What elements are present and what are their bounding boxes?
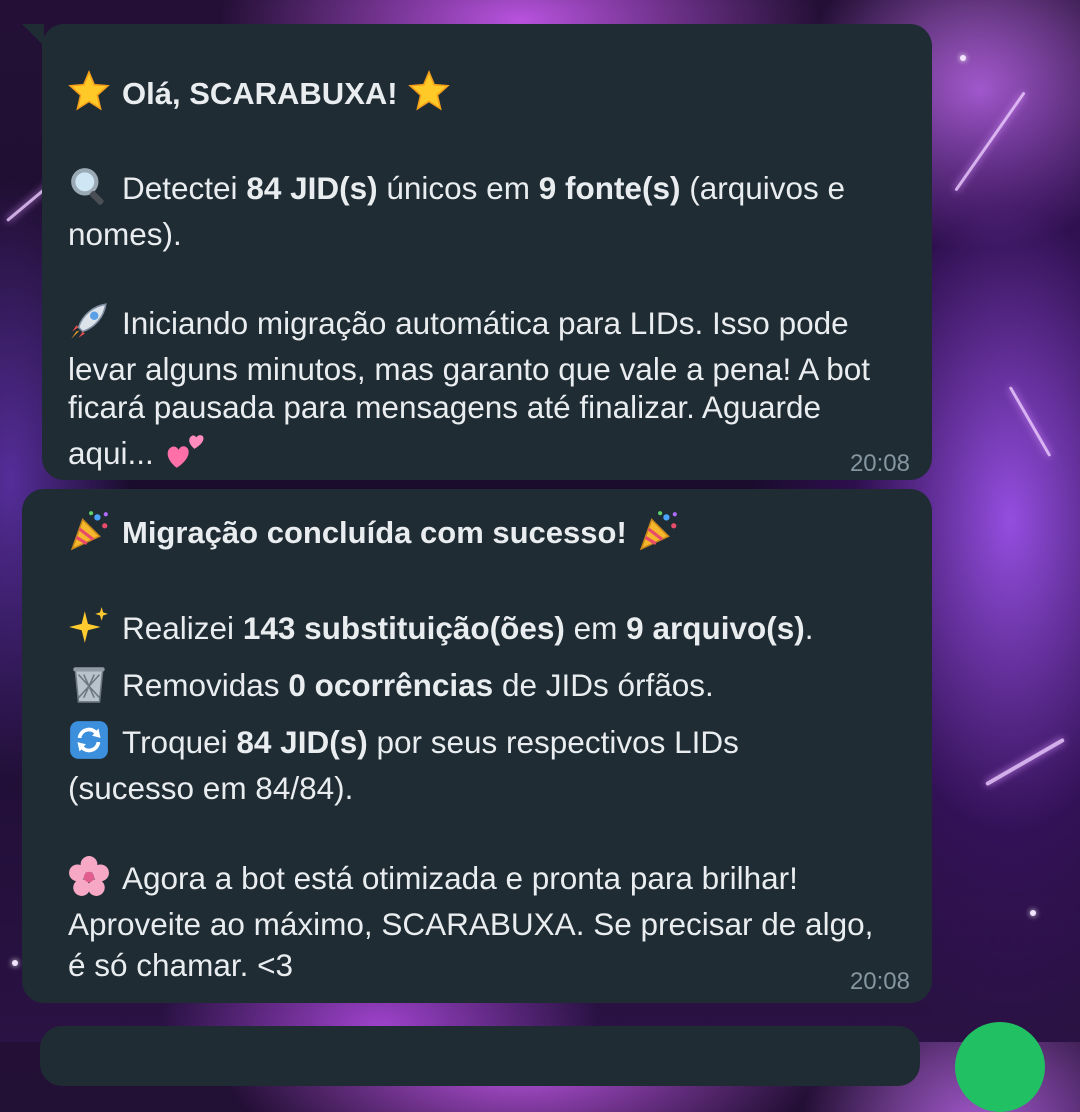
message-timestamp: 20:08 — [849, 968, 910, 995]
star-emoji — [407, 70, 450, 111]
cherry-blossom-emoji — [69, 856, 109, 896]
rocket-emoji — [71, 303, 107, 339]
next-message-bubble[interactable] — [40, 1026, 920, 1086]
title-text: Olá, SCARABUXA! — [122, 76, 398, 111]
floating-action-button[interactable] — [955, 1022, 1045, 1112]
title-text: Migração concluída com sucesso! — [122, 515, 627, 550]
chat-screen: { "messages": [ { "id": "msg1", "title":… — [0, 0, 1080, 1112]
start-line: Iniciando migração automática para LIDs.… — [68, 300, 849, 346]
swapped-line-2: (sucesso em 84/84). — [68, 770, 354, 806]
wallpaper-star — [960, 55, 966, 61]
sparkles-emoji — [69, 607, 108, 643]
wallpaper-star — [12, 960, 18, 966]
party-popper-emoji — [70, 511, 108, 551]
wallpaper-streak — [985, 737, 1065, 787]
message-title: Migração concluída com sucesso! — [68, 509, 679, 556]
final-line: Agora a bot está otimizada e pronta para… — [68, 855, 798, 901]
start-line-3: ficará pausada para mensagens até finali… — [68, 389, 822, 425]
detect-line: Detectei 84 JID(s) únicos em 9 fonte(s) … — [68, 165, 845, 211]
two-hearts-emoji — [167, 435, 204, 468]
wallpaper-streak — [954, 91, 1026, 192]
replace-line: Realizei 143 substituição(ões) em 9 arqu… — [68, 605, 813, 651]
final-line-2: Aproveite ao máximo, SCARABUXA. Se preci… — [68, 906, 874, 942]
wallpaper-streak — [1008, 386, 1052, 457]
message-title: Olá, SCARABUXA! — [68, 70, 450, 117]
bubble-tail — [22, 24, 44, 46]
final-line-3: é só chamar. <3 — [68, 947, 294, 983]
start-line-4: aqui... — [68, 430, 206, 476]
swapped-line: Troquei 84 JID(s) por seus respectivos L… — [68, 719, 739, 765]
star-emoji — [68, 70, 110, 111]
removed-line: Removidas 0 ocorrências de JIDs órfãos. — [68, 662, 714, 708]
arrows-cycle-emoji — [70, 721, 108, 759]
magnifier-emoji — [71, 168, 104, 205]
detect-line-2: nomes). — [68, 216, 182, 252]
message-timestamp: 20:08 — [849, 450, 910, 477]
wastebasket-emoji — [73, 667, 105, 703]
message-bubble[interactable]: Migração concluída com sucesso! Realizei… — [22, 489, 932, 1003]
wallpaper-star — [1030, 910, 1036, 916]
party-popper-emoji — [639, 511, 677, 551]
message-bubble[interactable]: Olá, SCARABUXA! Detectei 84 JID(s) único… — [22, 24, 932, 480]
